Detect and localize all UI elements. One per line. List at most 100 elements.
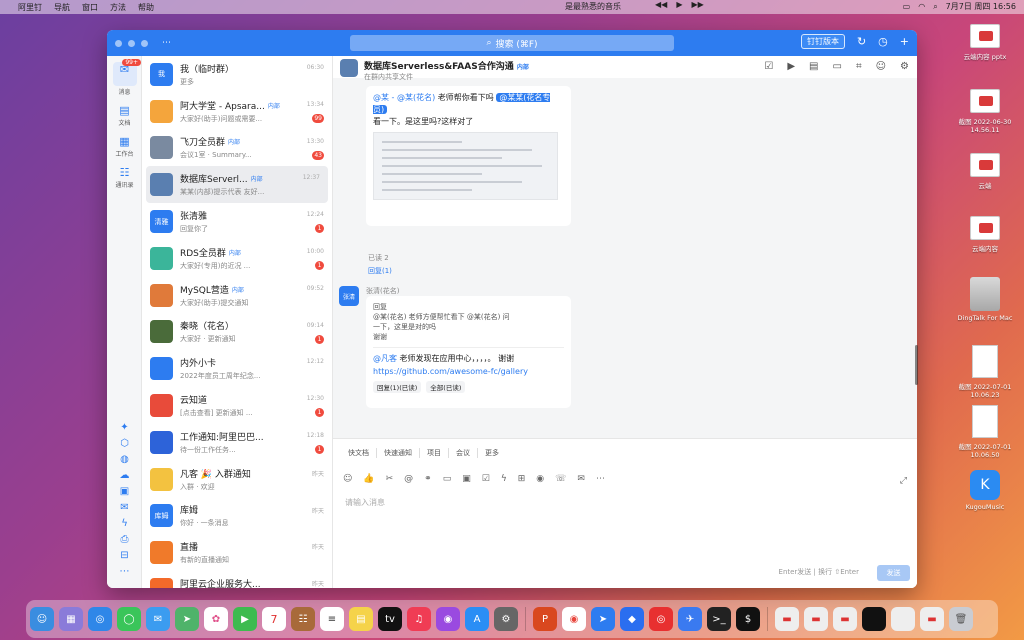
calendar-icon[interactable]: ▣ — [107, 484, 142, 500]
battery-icon[interactable]: ▭ — [903, 2, 911, 11]
phone-icon[interactable]: ☏ — [555, 474, 566, 484]
reply-chip[interactable]: 回复(1)(已读) — [373, 381, 422, 393]
message-card-1[interactable]: @某 - @某(花名) 老师帮你看下吗 @某某(花名专员) 看一下。是这里吗?这… — [366, 86, 571, 226]
conversation-item[interactable]: 库姆 库姆 你好 · 一条消息 昨天 — [142, 498, 332, 535]
reminders-icon[interactable]: ≡ — [320, 607, 344, 631]
desktop-kugou[interactable]: K KugouMusic — [955, 470, 1015, 511]
terminal-icon[interactable]: >_ — [707, 607, 731, 631]
music-icon[interactable]: ♫ — [407, 607, 431, 631]
next-icon[interactable]: ▶▶ — [691, 0, 703, 9]
all-chip[interactable]: 全部(已读) — [426, 381, 466, 393]
send-button[interactable]: 发送 — [877, 565, 910, 581]
finder-icon[interactable]: ☺ — [30, 607, 54, 631]
zoom-window-button[interactable] — [141, 39, 148, 47]
appstore-icon[interactable]: A — [465, 607, 489, 631]
dock-doc-2-icon[interactable]: ▬ — [804, 607, 828, 631]
conversation-item[interactable]: 凡客 🎉 入群通知 入群 · 欢迎 昨天 — [142, 461, 332, 498]
more-icon[interactable]: ⋯ — [107, 564, 142, 580]
desktop-doc-2[interactable]: 截图 2022-07-01 10.06.50 — [955, 405, 1015, 459]
scissors-icon[interactable]: ✂ — [386, 474, 394, 484]
nav-docs[interactable]: ▤ 文档 — [107, 104, 142, 127]
nav-contacts[interactable]: ☷ 通讯录 — [107, 166, 142, 189]
folder-icon[interactable]: ▭ — [833, 61, 842, 72]
dock-doc-5-icon[interactable] — [891, 607, 915, 631]
desktop-file-screenshot[interactable]: 截图 2022-06-30 14.56.11 — [955, 89, 1015, 134]
settings-icon[interactable]: ⚙ — [900, 61, 909, 72]
iterm-icon[interactable]: $ — [736, 607, 760, 631]
screenshot-image[interactable] — [373, 132, 558, 200]
conversation-item[interactable]: 阿大学堂 - Apsara... 内部 大家好(助手)问题或需要... 13:34 99 — [142, 93, 332, 130]
mail-send-icon[interactable]: ✉ — [577, 474, 585, 484]
expand-icon[interactable]: ⤢ — [900, 476, 907, 486]
emoji-icon[interactable]: ☺ — [343, 474, 352, 484]
chrome-icon[interactable]: ◉ — [562, 607, 586, 631]
maps-icon[interactable]: ➤ — [175, 607, 199, 631]
video-icon[interactable]: ▶ — [787, 61, 795, 72]
read-status[interactable]: 已读 2 — [368, 253, 389, 263]
dock-doc-4-icon[interactable] — [862, 607, 886, 631]
flash-msg-icon[interactable]: ϟ — [501, 474, 507, 484]
prev-icon[interactable]: ◀◀ — [655, 0, 667, 9]
conversation-item[interactable]: MySQL营造 内部 大家好(助手)提交通知 09:52 — [142, 277, 332, 314]
desktop-doc-1[interactable]: 截图 2022-07-01 10.06.23 — [955, 345, 1015, 399]
task-icon[interactable]: ☑ — [764, 61, 773, 72]
sender-avatar[interactable]: 张清 — [339, 286, 359, 306]
desktop-file-pptx[interactable]: 云端内容 pptx — [955, 24, 1015, 61]
vpn-icon[interactable]: ✈ — [678, 607, 702, 631]
dock-doc-3-icon[interactable]: ▬ — [833, 607, 857, 631]
like-icon[interactable]: 👍 — [363, 474, 374, 484]
history-icon[interactable]: ◷ — [878, 35, 888, 48]
minimize-window-button[interactable] — [128, 39, 135, 47]
at-icon[interactable]: @ — [404, 474, 413, 484]
shield-icon[interactable]: ◆ — [620, 607, 644, 631]
message-card-2[interactable]: 回复 @某(花名) 老师方便帮忙看下 @某(花名) 问 一下，这里是对的吗 谢谢… — [366, 296, 571, 408]
system-preferences-icon[interactable]: ⚙ — [494, 607, 518, 631]
calendar-app-icon[interactable]: 7 — [262, 607, 286, 631]
conversation-item[interactable]: 数据库Serverl... 内部 某某(内部)提示代表 友好... 12:37 — [146, 166, 328, 204]
nav-workbench[interactable]: ▦ 工作台 — [107, 135, 142, 158]
netease-music-icon[interactable]: ◎ — [649, 607, 673, 631]
scan-icon[interactable]: ⌗ — [856, 61, 862, 72]
check-icon[interactable]: ☑ — [482, 474, 490, 484]
dingtalk-icon[interactable]: ➤ — [591, 607, 615, 631]
quick-more[interactable]: 更多 — [478, 448, 506, 458]
menu-method[interactable]: 方法 — [110, 2, 126, 13]
notes-icon[interactable]: ▤ — [349, 607, 373, 631]
tool-icon-1[interactable]: ✦ — [107, 420, 142, 436]
conversation-item[interactable]: 云知道 [点击查看] 更新通知 ... 12:30 1 — [142, 387, 332, 424]
conversation-item[interactable]: 秦晓（花名） 大家好 · 更新通知 09:14 1 — [142, 314, 332, 351]
tool-icon-2[interactable]: ⬡ — [107, 436, 142, 452]
conversation-item[interactable]: 飞刀全员群 内部 会议1室 · Summary... 13:30 43 — [142, 130, 332, 167]
conversation-item[interactable]: 工作通知:阿里巴巴... 待一份工作任务... 12:18 1 — [142, 424, 332, 461]
message-input[interactable]: 请输入消息 — [345, 497, 385, 508]
link-icon[interactable]: ⚭ — [424, 474, 432, 484]
flash-icon[interactable]: ϟ — [107, 516, 142, 532]
gift-icon[interactable]: ⊞ — [518, 474, 526, 484]
reply-count[interactable]: 回复(1) — [368, 266, 392, 276]
quick-doc[interactable]: 快文档 — [341, 448, 377, 458]
trash-icon[interactable]: 🗑 — [949, 607, 973, 631]
datetime-text[interactable]: 7月7日 周四 16:56 — [946, 1, 1016, 12]
inbox-icon[interactable]: ⎙ — [107, 532, 142, 548]
box-icon[interactable]: ⊟ — [107, 548, 142, 564]
launchpad-icon[interactable]: ▦ — [59, 607, 83, 631]
conversation-item[interactable]: 内外小卡 2022年度员工周年纪念... 12:12 — [142, 350, 332, 387]
mention-text-2[interactable]: @凡客 — [373, 354, 397, 363]
conversation-item[interactable]: 阿里云企业服务大...阿里云企业服务 | 更新...昨天 — [142, 571, 332, 588]
messages-icon[interactable]: ◯ — [117, 607, 141, 631]
group-avatar[interactable] — [340, 59, 358, 77]
mail-icon[interactable]: ✉ — [107, 500, 142, 516]
gallery-link[interactable]: https://github.com/awesome-fc/gallery — [373, 367, 564, 376]
mention-text[interactable]: @某 - @某(花名) — [373, 93, 435, 102]
menu-window[interactable]: 窗口 — [82, 2, 98, 13]
image-icon[interactable]: ▣ — [462, 474, 471, 484]
add-icon[interactable]: + — [900, 35, 909, 48]
quick-meeting[interactable]: 会议 — [449, 448, 478, 458]
scrollbar[interactable] — [915, 345, 918, 385]
powerpoint-icon[interactable]: P — [533, 607, 557, 631]
search-spotlight-icon[interactable]: ⌕ — [933, 2, 937, 12]
conversation-item[interactable]: 我我（临时群） 更多 06:30 — [142, 56, 332, 93]
conversation-item[interactable]: 清雅 张清雅 回复你了 12:24 1 — [142, 203, 332, 240]
more-tools-icon[interactable]: ⋯ — [596, 474, 605, 484]
play-icon[interactable]: ▶ — [676, 0, 682, 9]
